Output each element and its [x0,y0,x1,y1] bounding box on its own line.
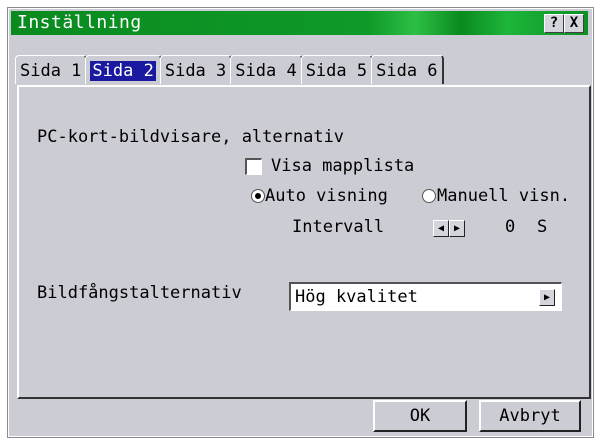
close-button[interactable]: X [564,14,584,33]
show-folder-list-label: Visa mapplista [271,156,415,176]
viewer-options-heading: PC-kort-bildvisare, alternativ [37,127,345,147]
manual-view-radio[interactable] [422,189,436,203]
tab-sida-6[interactable]: Sida 6 [371,55,444,84]
tab-bar: Sida 1 Sida 2 Sida 3 Sida 4 Sida 5 Sida … [15,55,444,85]
tab-sida-3[interactable]: Sida 3 [159,55,233,84]
capture-options-label: Bildfångstalternativ [37,283,242,303]
settings-dialog: Inställning ? X Sida 1 Sida 2 Sida 3 Sid… [8,8,593,437]
tab-label: Sida 4 [235,61,297,81]
tab-panel: PC-kort-bildvisare, alternativ Visa mapp… [17,85,591,399]
window-title: Inställning [17,12,142,33]
interval-decrease-button[interactable]: ◀ [433,220,449,237]
title-bar[interactable]: Inställning ? X [11,11,588,35]
interval-unit: S [537,217,548,237]
tab-sida-2[interactable]: Sida 2 [85,55,162,84]
tab-sida-5[interactable]: Sida 5 [300,55,374,84]
interval-label: Intervall [292,217,385,237]
interval-increase-button[interactable]: ▶ [449,220,465,237]
tab-label: Sida 3 [164,61,227,81]
auto-view-label: Auto visning [265,186,388,206]
show-folder-list-checkbox[interactable] [245,158,262,175]
tab-sida-1[interactable]: Sida 1 [15,55,88,84]
tab-sida-4[interactable]: Sida 4 [230,55,303,84]
capture-quality-select[interactable]: Hög kvalitet ▶ [289,282,562,311]
ok-button[interactable]: OK [373,400,467,432]
cancel-button[interactable]: Avbryt [479,400,581,432]
select-arrow-icon[interactable]: ▶ [539,289,555,306]
tab-label: Sida 5 [305,61,368,81]
tab-label: Sida 2 [90,61,156,81]
title-buttons: ? X [544,14,584,33]
tab-label: Sida 6 [376,61,438,81]
capture-quality-value: Hög kvalitet [295,287,418,307]
help-button[interactable]: ? [544,14,564,33]
tab-label: Sida 1 [20,61,82,81]
auto-view-radio[interactable] [251,189,265,203]
manual-view-label: Manuell visn. [437,186,571,206]
interval-value: 0 [505,217,516,237]
